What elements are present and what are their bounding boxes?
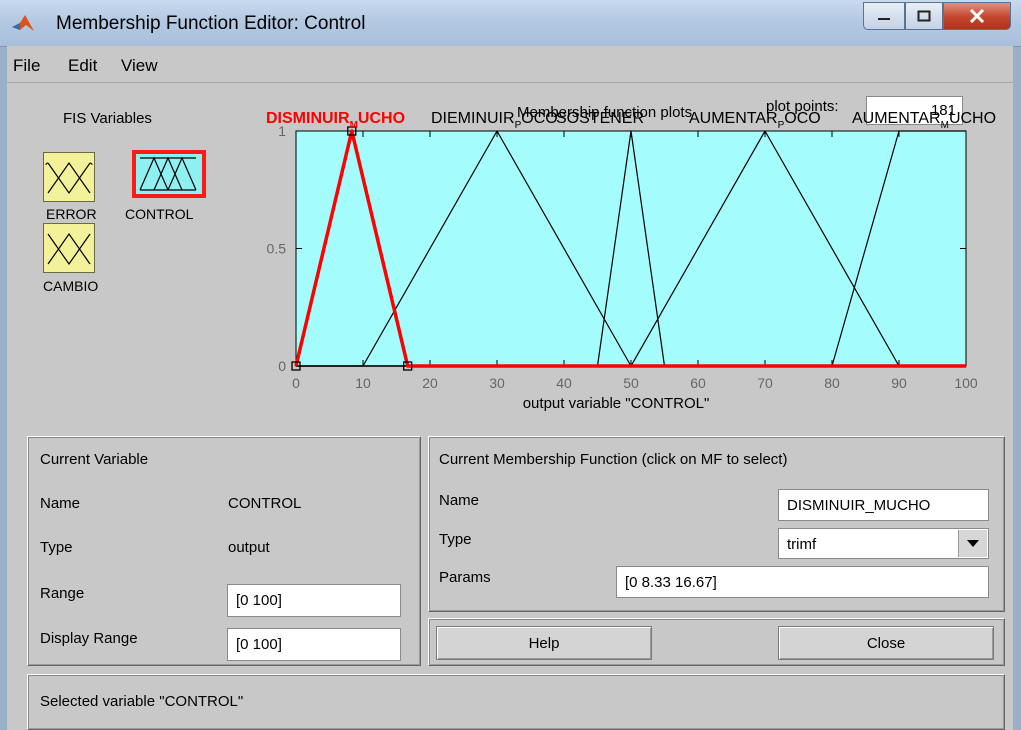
close-window-button[interactable]	[943, 2, 1011, 30]
window-title: Membership Function Editor: Control	[56, 13, 366, 34]
mf-label-dieminuir-poco: DIEMINUIRPOCO	[431, 110, 558, 131]
close-icon	[969, 9, 985, 23]
close-button[interactable]: Close	[778, 626, 994, 660]
x-tick-label: 100	[954, 375, 978, 391]
buttons-panel: Help Close	[428, 618, 1005, 666]
matlab-icon	[12, 15, 34, 31]
x-tick-label: 0	[292, 375, 300, 391]
variable-type-value: output	[228, 539, 270, 556]
membership-function-editor-window: Membership Function Editor: Control File…	[0, 0, 1021, 730]
x-tick-label: 20	[422, 375, 438, 391]
mf-name-input[interactable]: DISMINUIR_MUCHO	[778, 489, 989, 521]
y-tick-label: 0.5	[267, 241, 287, 257]
display-range-label: Display Range	[40, 630, 138, 647]
x-tick-label: 10	[355, 375, 371, 391]
y-tick-label: 0	[278, 358, 286, 374]
variable-type-label: Type	[40, 539, 73, 556]
membership-function-plot[interactable]: 0 10 20 30 40 50 60 70 80 90 10000.51output variab…	[7, 46, 1013, 426]
window-controls	[863, 2, 1011, 30]
x-axis-label: output variable "CONTROL"	[523, 395, 710, 412]
minimize-icon	[878, 18, 890, 20]
x-tick-label: 90	[891, 375, 907, 391]
x-tick-label: 70	[757, 375, 773, 391]
mf-label-aumentar-poco: AUMENTARPOCO	[689, 110, 821, 131]
variable-name-value: CONTROL	[228, 495, 302, 512]
help-button[interactable]: Help	[436, 626, 652, 660]
maximize-button[interactable]	[905, 2, 943, 30]
status-panel: Selected variable "CONTROL"	[27, 674, 1005, 730]
display-range-input[interactable]: [0 100]	[227, 628, 401, 661]
maximize-icon	[917, 10, 931, 22]
mf-label-sostener: SOSTENER	[556, 110, 644, 127]
x-tick-label: 40	[556, 375, 572, 391]
x-tick-label: 50	[623, 375, 639, 391]
mf-params-input[interactable]: [0 8.33 16.67]	[616, 566, 989, 598]
x-tick-label: 30	[489, 375, 505, 391]
chevron-down-icon	[967, 539, 979, 547]
dropdown-arrow[interactable]	[958, 530, 987, 557]
mf-type-value: trimf	[787, 536, 817, 553]
x-tick-label: 80	[824, 375, 840, 391]
x-tick-label: 60	[690, 375, 706, 391]
current-variable-panel: Current Variable Name CONTROL Type outpu…	[27, 436, 421, 666]
title-bar[interactable]: Membership Function Editor: Control	[0, 0, 1021, 47]
minimize-button[interactable]	[863, 2, 905, 30]
current-mf-heading: Current Membership Function (click on MF…	[439, 451, 788, 468]
mf-name-label: Name	[439, 492, 480, 509]
mf-label-disminuir-mucho: DISMINUIRMUCHO	[266, 110, 405, 131]
mf-label-aumentar-mucho: AUMENTARMUCHO	[852, 110, 996, 131]
current-variable-heading: Current Variable	[40, 451, 149, 468]
status-text: Selected variable "CONTROL"	[40, 693, 244, 710]
current-mf-panel: Current Membership Function (click on MF…	[428, 436, 1005, 612]
range-label: Range	[40, 585, 85, 602]
mf-type-label: Type	[439, 531, 472, 548]
variable-name-label: Name	[40, 495, 81, 512]
mf-type-select[interactable]: trimf	[778, 528, 989, 559]
editor-client-area: File Edit View FIS Variables ERROR CONTR…	[7, 46, 1013, 730]
range-input[interactable]: [0 100]	[227, 584, 401, 617]
mf-params-label: Params	[439, 569, 491, 586]
